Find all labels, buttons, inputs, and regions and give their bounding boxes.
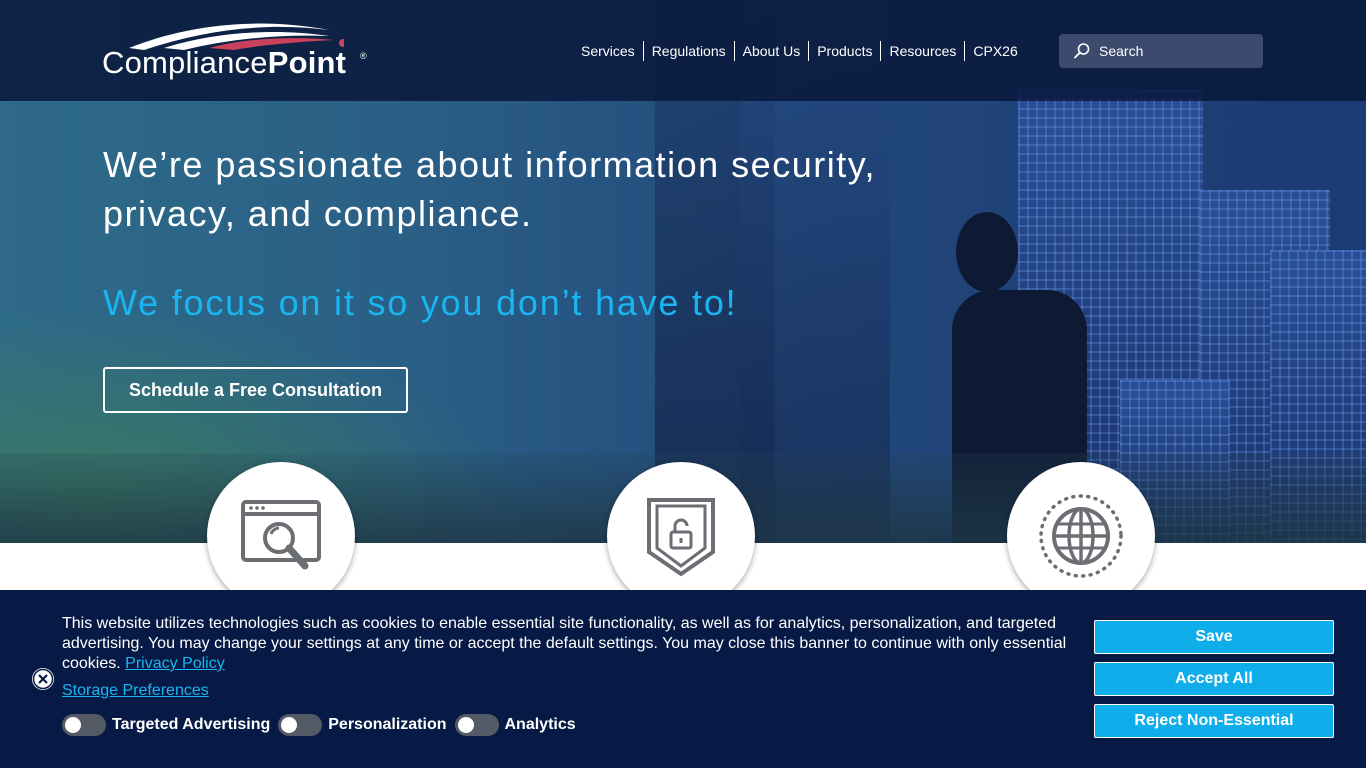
toggle-label: Analytics [504,716,576,733]
logo-wordmark: CompliancePoint [102,45,347,80]
cookie-toggles: Targeted Advertising Personalization Ana… [62,714,584,736]
cookie-message: This website utilizes technologies such … [62,614,1072,674]
search-input[interactable] [1099,43,1249,59]
accept-all-button[interactable]: Accept All [1094,662,1334,696]
search-box[interactable] [1059,34,1263,68]
nav-item-services[interactable]: Services [573,41,643,61]
feature-circle-security[interactable] [607,462,755,610]
nav-item-resources[interactable]: Resources [880,41,964,61]
save-button[interactable]: Save [1094,620,1334,654]
close-x-glyph [32,668,54,690]
toggle-analytics-group: Analytics [454,714,576,736]
toggle-label: Targeted Advertising [112,716,271,733]
targeted-advertising-toggle[interactable] [62,714,106,736]
nav-item-products[interactable]: Products [808,41,880,61]
person-silhouette-head [956,212,1018,292]
shield-unlock-icon [647,498,715,577]
nav-item-about-us[interactable]: About Us [733,41,809,61]
toggle-label: Personalization [328,716,447,733]
storage-preferences-link[interactable]: Storage Preferences [62,682,209,700]
toggle-personalization-group: Personalization [278,714,447,736]
browser-magnifier-icon [241,500,321,570]
close-icon[interactable] [32,668,54,690]
search-icon [1074,43,1090,59]
nav-item-cpx26[interactable]: CPX26 [964,41,1025,61]
reject-non-essential-button[interactable]: Reject Non-Essential [1094,704,1334,738]
globe-icon [1039,494,1123,578]
schedule-consultation-button[interactable]: Schedule a Free Consultation [103,367,408,413]
privacy-policy-link[interactable]: Privacy Policy [125,655,225,672]
site-header: CompliancePoint ® Services Regulations A… [0,0,1366,101]
toggle-targeted-advertising-group: Targeted Advertising [62,714,270,736]
analytics-toggle[interactable] [454,714,499,736]
hero-subhead: We focus on it so you don’t have to! [103,282,738,323]
hero-headline: We’re passionate about information secur… [103,144,877,234]
feature-circle-privacy[interactable] [1007,462,1155,610]
nav-item-regulations[interactable]: Regulations [642,41,734,61]
compliancepoint-logo[interactable]: CompliancePoint ® [102,18,372,84]
main-nav: Services Regulations About Us Products R… [573,41,1026,61]
personalization-toggle[interactable] [278,714,323,736]
feature-circle-assessment[interactable] [207,462,355,610]
logo-registered-mark: ® [360,51,367,61]
